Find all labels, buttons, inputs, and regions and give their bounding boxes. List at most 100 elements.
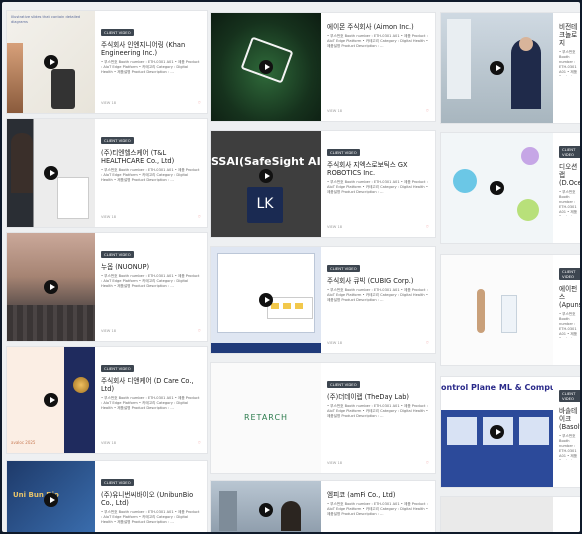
like-icon[interactable]: ♡ <box>426 225 429 229</box>
exhibitor-description: • 부스번호 Booth number : ETH-0301 A01 • 제품 … <box>101 60 200 74</box>
category-badge: CLIENT VIDEO <box>559 390 580 402</box>
exhibitor-description: • 부스번호 Booth number : ETH-0301 A01 • 제품 … <box>559 434 578 460</box>
thumb-caption: avaloc 2025 <box>11 440 36 445</box>
play-icon[interactable] <box>44 166 58 180</box>
exhibitor-description: • 부스번호 Booth number : ETH-0301 A01 • 제품 … <box>327 34 428 48</box>
exhibitor-card[interactable]: CLIENT VIDEO 에이펀스 (Apuns Inc.) • 부스번호 Bo… <box>440 254 580 366</box>
category-badge: CLIENT VIDEO <box>327 381 360 388</box>
exhibitor-card[interactable]: CLIENT VIDEO 주식회사 큐빅 (CUBIG Corp.) • 부스번… <box>210 246 436 354</box>
view-count: VIEW 18 <box>327 109 343 113</box>
exhibitor-title[interactable]: 에이펀스 (Apuns Inc.) <box>559 285 580 309</box>
exhibitor-title[interactable]: 디오션랩 (D.Ocean Lab) <box>559 163 580 187</box>
play-icon[interactable] <box>490 425 504 439</box>
view-count: VIEW 18 <box>101 215 117 219</box>
video-thumbnail[interactable]: ontrol Plane ML & Computing <box>441 377 553 487</box>
play-icon[interactable] <box>259 60 273 74</box>
like-icon[interactable]: ♡ <box>198 329 201 333</box>
exhibitor-description: • 부스번호 Booth number : ETH-0301 A01 • 제품 … <box>101 396 200 410</box>
like-icon[interactable]: ♡ <box>426 341 429 345</box>
category-badge: CLIENT VIDEO <box>101 479 134 486</box>
like-icon[interactable]: ♡ <box>426 109 429 113</box>
video-thumbnail[interactable]: avaloc 2025 <box>7 347 95 453</box>
view-count: VIEW 18 <box>101 441 117 445</box>
exhibitor-card[interactable]: 에이몬 주식회사 (Aimon Inc.) • 부스번호 Booth numbe… <box>210 12 436 122</box>
exhibitor-title[interactable]: (주)티엔헬스케어 (T&L HEALTHCARE Co., Ltd) <box>101 149 201 165</box>
video-thumbnail[interactable] <box>7 233 95 341</box>
thumb-caption: SSAI(SafeSight AI) <box>211 155 321 168</box>
exhibitor-title[interactable]: 주식회사 큐빅 (CUBIG Corp.) <box>327 277 429 285</box>
category-badge: CLIENT VIDEO <box>327 149 360 156</box>
play-icon[interactable] <box>259 293 273 307</box>
video-thumbnail[interactable] <box>7 119 95 227</box>
view-count: VIEW 18 <box>327 341 343 345</box>
video-thumbnail[interactable] <box>441 255 553 365</box>
exhibitor-card[interactable]: SSAI(SafeSight AI) LK CLIENT VIDEO 주식회사 … <box>210 130 436 238</box>
exhibitor-title[interactable]: 누옵 (NUONUP) <box>101 263 201 271</box>
exhibitor-description: • 부스번호 Booth number : ETH-0301 A01 • 제품 … <box>327 180 428 194</box>
category-badge: CLIENT VIDEO <box>559 268 580 280</box>
video-thumbnail[interactable]: Illustrative slides that contain detaile… <box>7 11 95 113</box>
video-thumbnail[interactable] <box>211 13 321 121</box>
play-icon[interactable] <box>44 55 58 69</box>
play-icon[interactable] <box>490 181 504 195</box>
video-thumbnail[interactable] <box>211 481 321 532</box>
category-badge: CLIENT VIDEO <box>327 265 360 272</box>
exhibitor-title[interactable]: (주)유니번씨바이오 (UnibunBio Co., Ltd) <box>101 491 201 507</box>
exhibitor-card[interactable]: Uni Bun Bio CLIENT VIDEO (주)유니번씨바이오 (Uni… <box>6 460 208 532</box>
exhibitor-description: • 부스번호 Booth number : ETH-0301 A01 • 제품 … <box>559 312 578 338</box>
exhibitor-grid: Illustrative slides that contain detaile… <box>2 2 580 532</box>
video-thumbnail[interactable] <box>441 13 553 123</box>
exhibitor-card[interactable]: RETARCH CLIENT VIDEO (주)더데이랩 (TheDay Lab… <box>210 362 436 474</box>
play-icon[interactable] <box>259 503 273 517</box>
view-count: VIEW 18 <box>327 461 343 465</box>
exhibitor-card[interactable]: ontrol Plane ML & Computing CLIENT VIDEO… <box>440 376 580 488</box>
like-icon[interactable]: ♡ <box>198 215 201 219</box>
play-icon[interactable] <box>490 61 504 75</box>
category-badge: CLIENT VIDEO <box>101 29 134 36</box>
exhibitor-description: • 부스번호 Booth number : ETH-0301 A01 • 제품 … <box>559 50 578 76</box>
exhibitor-description: • 부스번호 Booth number : ETH-0301 A01 • 제품 … <box>559 190 578 216</box>
video-thumbnail[interactable] <box>441 133 553 243</box>
like-icon[interactable]: ♡ <box>198 101 201 105</box>
thumb-caption: ontrol Plane ML & Computing <box>441 383 553 392</box>
category-badge: CLIENT VIDEO <box>101 365 134 372</box>
like-icon[interactable]: ♡ <box>426 461 429 465</box>
view-count: VIEW 18 <box>101 329 117 333</box>
play-icon[interactable] <box>44 493 58 507</box>
view-count: VIEW 18 <box>327 225 343 229</box>
category-badge: CLIENT VIDEO <box>101 251 134 258</box>
video-thumbnail[interactable] <box>211 247 321 353</box>
play-icon[interactable] <box>44 280 58 294</box>
exhibitor-card[interactable]: CLIENT VIDEO 디오션랩 (D.Ocean Lab) • 부스번호 B… <box>440 132 580 244</box>
video-thumbnail[interactable]: RETARCH <box>211 363 321 473</box>
exhibitor-card[interactable]: avaloc 2025 CLIENT VIDEO 주식회사 디앤케어 (D Ca… <box>6 346 208 454</box>
exhibitor-title[interactable]: 에이몬 주식회사 (Aimon Inc.) <box>327 23 429 31</box>
video-thumbnail[interactable] <box>441 497 553 532</box>
thumb-caption: Illustrative slides that contain detaile… <box>11 15 81 24</box>
exhibitor-title[interactable]: 바솔테이크 (Basoltake Inc.) <box>559 407 580 431</box>
exhibitor-title[interactable]: 주식회사 인엔지니어링 (Khan Engineering Inc.) <box>101 41 201 57</box>
exhibitor-card[interactable]: 엠피코 (amFi Co., Ltd) • 부스번호 Booth number … <box>210 480 436 532</box>
exhibitor-card[interactable]: CLIENT VIDEO (주)티엔헬스케어 (T&L HEALTHCARE C… <box>6 118 208 228</box>
exhibitor-card[interactable]: 비전테크놀로지 (Vision Tech) • 부스번호 Booth numbe… <box>440 12 580 124</box>
exhibitor-title[interactable]: 비전테크놀로지 (Vision Tech) <box>559 23 580 47</box>
video-thumbnail[interactable]: SSAI(SafeSight AI) LK <box>211 131 321 237</box>
exhibitor-title[interactable]: (주)더데이랩 (TheDay Lab) <box>327 393 429 401</box>
video-thumbnail[interactable]: Uni Bun Bio <box>7 461 95 532</box>
thumb-caption: RETARCH <box>243 413 289 422</box>
exhibitor-card[interactable] <box>440 496 580 532</box>
exhibitor-card[interactable]: Illustrative slides that contain detaile… <box>6 10 208 114</box>
like-icon[interactable]: ♡ <box>198 441 201 445</box>
exhibitor-description: • 부스번호 Booth number : ETH-0301 A01 • 제품 … <box>101 510 200 524</box>
category-badge: CLIENT VIDEO <box>559 146 580 158</box>
exhibitor-title[interactable]: 엠피코 (amFi Co., Ltd) <box>327 491 429 499</box>
exhibitor-title[interactable]: 주식회사 지엑스로보틱스 GX ROBOTICS Inc. <box>327 161 429 177</box>
view-count: VIEW 18 <box>101 101 117 105</box>
exhibitor-description: • 부스번호 Booth number : ETH-0301 A01 • 제품 … <box>101 274 200 288</box>
exhibitor-title[interactable]: 주식회사 디앤케어 (D Care Co., Ltd) <box>101 377 201 393</box>
exhibitor-description: • 부스번호 Booth number : ETH-0301 A01 • 제품 … <box>101 168 200 182</box>
play-icon[interactable] <box>44 393 58 407</box>
exhibitor-description: • 부스번호 Booth number : ETH-0301 A01 • 제품 … <box>327 288 428 302</box>
play-icon[interactable] <box>259 168 273 183</box>
exhibitor-card[interactable]: CLIENT VIDEO 누옵 (NUONUP) • 부스번호 Booth nu… <box>6 232 208 342</box>
